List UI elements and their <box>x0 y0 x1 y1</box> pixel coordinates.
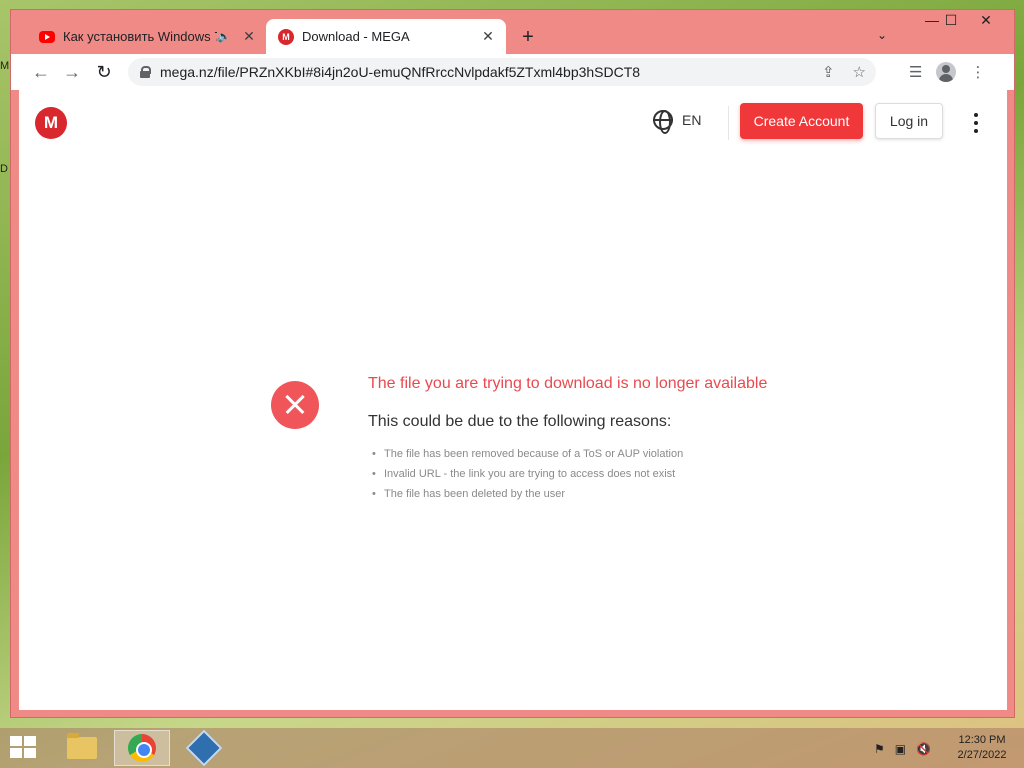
language-selector[interactable]: EN <box>653 110 702 134</box>
action-center-flag-icon[interactable]: ⚑ <box>874 742 885 756</box>
network-icon[interactable]: ▣ <box>895 742 906 756</box>
tab-title: Как установить Windows 7 н <box>63 29 218 44</box>
taskbar: ⚑ ▣ 🔇 12:30 PM 2/27/2022 <box>0 728 1024 768</box>
close-window-button[interactable]: ✕ <box>971 12 1001 29</box>
chrome-icon <box>128 734 156 762</box>
maximize-button[interactable]: ☐ <box>936 12 966 29</box>
virtualbox-button[interactable] <box>176 729 232 767</box>
tab-search-icon[interactable]: ⌄ <box>877 28 887 42</box>
tab-youtube[interactable]: Как установить Windows 7 н 🔈 ✕ <box>27 19 267 54</box>
tab-mega[interactable]: M Download - MEGA ✕ <box>266 19 506 54</box>
create-account-button[interactable]: Create Account <box>740 103 863 139</box>
mega-page: M EN Create Account Log in The file you … <box>19 90 1007 710</box>
error-subtitle: This could be due to the following reaso… <box>368 413 672 430</box>
mega-icon: M <box>278 28 294 45</box>
error-x-icon <box>271 381 319 429</box>
back-button[interactable]: ← <box>26 57 56 87</box>
tab-close-icon[interactable]: ✕ <box>480 28 496 45</box>
browser-toolbar: ← → ↻ mega.nz/file/PRZnXKbI#8i4jn2oU-emu… <box>11 54 1014 90</box>
reload-button[interactable]: ↻ <box>89 57 119 87</box>
login-button[interactable]: Log in <box>875 103 943 139</box>
tab-title: Download - MEGA <box>302 29 410 44</box>
tab-strip: Как установить Windows 7 н 🔈 ✕ M Downloa… <box>11 10 1014 54</box>
reading-list-icon[interactable]: ☰ <box>909 63 922 81</box>
share-icon[interactable]: ⇪ <box>822 63 835 81</box>
bookmark-star-icon[interactable]: ☆ <box>853 63 866 81</box>
list-item: The file has been removed because of a T… <box>372 446 683 466</box>
browser-window: Как установить Windows 7 н 🔈 ✕ M Downloa… <box>10 9 1015 718</box>
clock-time: 12:30 PM <box>958 734 1006 746</box>
error-reasons-list: The file has been removed because of a T… <box>372 446 683 506</box>
system-tray: ⚑ ▣ 🔇 <box>874 742 931 756</box>
profile-avatar-icon[interactable] <box>936 62 957 82</box>
address-bar[interactable]: mega.nz/file/PRZnXKbI#8i4jn2oU-emuQNfRrc… <box>128 58 876 86</box>
tab-close-icon[interactable]: ✕ <box>241 28 257 45</box>
url-text[interactable]: mega.nz/file/PRZnXKbI#8i4jn2oU-emuQNfRrc… <box>160 64 640 80</box>
desktop-icon-label[interactable]: M <box>0 60 9 72</box>
new-tab-button[interactable]: + <box>516 26 540 50</box>
mega-logo[interactable]: M <box>35 107 67 139</box>
virtualbox-icon <box>185 729 223 767</box>
browser-menu-icon[interactable]: ⋮ <box>970 63 985 81</box>
clock-date: 2/27/2022 <box>957 749 1007 761</box>
chrome-taskbar-button[interactable] <box>114 730 170 766</box>
speaker-icon[interactable]: 🔈 <box>217 30 231 43</box>
more-options-icon[interactable] <box>969 113 983 133</box>
taskbar-clock[interactable]: 12:30 PM 2/27/2022 <box>950 733 1014 763</box>
list-item: The file has been deleted by the user <box>372 486 683 506</box>
lock-icon[interactable] <box>140 66 151 78</box>
desktop-icon-label[interactable]: D <box>0 163 8 175</box>
globe-icon <box>653 110 673 134</box>
language-label: EN <box>682 112 702 128</box>
error-title: The file you are trying to download is n… <box>368 375 768 392</box>
volume-muted-icon[interactable]: 🔇 <box>916 742 931 756</box>
list-item: Invalid URL - the link you are trying to… <box>372 466 683 486</box>
youtube-icon <box>39 30 55 43</box>
file-explorer-icon <box>67 733 97 759</box>
start-button[interactable] <box>10 736 38 760</box>
forward-button[interactable]: → <box>57 57 87 87</box>
file-explorer-button[interactable] <box>54 730 110 766</box>
header-divider <box>728 106 729 140</box>
